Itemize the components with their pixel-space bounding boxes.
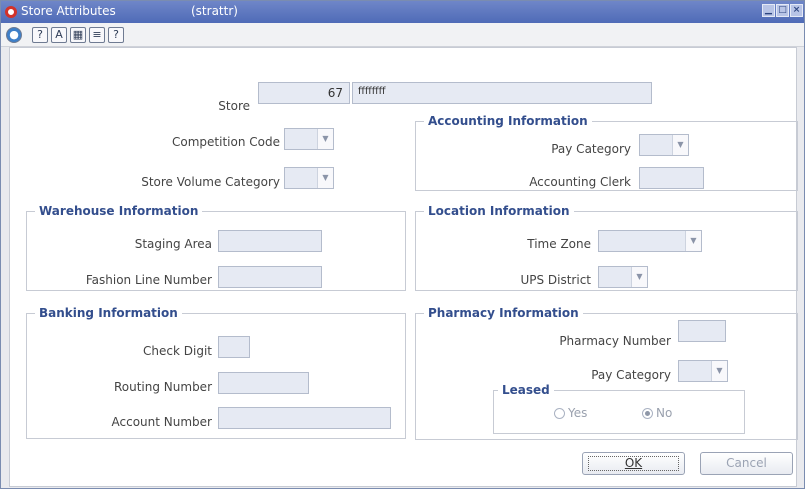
cancel-button[interactable]: Cancel (700, 452, 793, 475)
store-volume-category-label: Store Volume Category (141, 175, 280, 189)
text-icon[interactable]: A (51, 27, 67, 43)
leased-yes-label: Yes (568, 406, 588, 420)
leased-no-radio[interactable] (642, 408, 653, 419)
chevron-down-icon[interactable]: ▼ (711, 361, 727, 381)
fashion-line-number-field[interactable] (218, 266, 322, 288)
help-icon[interactable]: ? (32, 27, 48, 43)
staging-area-field[interactable] (218, 230, 322, 252)
globe-icon[interactable]: ● (6, 27, 22, 43)
pharmacy-information-title: Pharmacy Information (424, 306, 583, 320)
oracle-icon (5, 6, 17, 18)
store-number-value: 67 (327, 86, 343, 100)
chevron-down-icon[interactable]: ▼ (631, 267, 647, 287)
chevron-down-icon[interactable]: ▼ (317, 168, 333, 188)
warehouse-information-title: Warehouse Information (35, 204, 203, 218)
cancel-button-label: Cancel (726, 456, 767, 470)
routing-number-label: Routing Number (113, 380, 212, 394)
document-icon[interactable]: ≡ (89, 27, 105, 43)
chevron-down-icon[interactable]: ▼ (672, 135, 688, 155)
ups-district-label: UPS District (520, 273, 591, 287)
chevron-down-icon[interactable]: ▼ (685, 231, 701, 251)
window-title: Store Attributes (21, 4, 116, 18)
chevron-down-icon[interactable]: ▼ (317, 129, 333, 149)
window-code: (strattr) (191, 4, 238, 18)
ok-button-label: OK (624, 456, 643, 470)
content-panel: Store 67 ffffffff Competition Code ▼ Sto… (9, 47, 798, 487)
store-attributes-window: Store Attributes (strattr) ▁ □ × ● ? A ▦… (0, 0, 805, 489)
store-label: Store (218, 99, 250, 113)
title-bar: Store Attributes (strattr) ▁ □ × (1, 1, 804, 23)
leased-yes-radio[interactable] (554, 408, 565, 419)
check-digit-label: Check Digit (143, 344, 212, 358)
ok-button[interactable]: OK (582, 452, 685, 475)
close-icon[interactable]: × (790, 4, 803, 17)
store-number-field[interactable]: 67 (258, 82, 350, 104)
pharmacy-pay-category-label: Pay Category (591, 368, 671, 382)
store-name-value: ffffffff (358, 86, 386, 97)
accounting-pay-category-select[interactable]: ▼ (639, 134, 689, 156)
account-number-label: Account Number (111, 415, 212, 429)
competition-code-select[interactable]: ▼ (284, 128, 334, 150)
banking-information-title: Banking Information (35, 306, 182, 320)
accounting-information-group: Accounting Information Pay Category ▼ Ac… (415, 114, 798, 191)
leased-title: Leased (498, 383, 554, 397)
accounting-clerk-label: Accounting Clerk (529, 175, 631, 189)
location-information-group: Location Information Time Zone ▼ UPS Dis… (415, 204, 798, 291)
minimize-icon[interactable]: ▁ (762, 4, 775, 17)
location-information-title: Location Information (424, 204, 574, 218)
staging-area-label: Staging Area (134, 237, 212, 251)
fashion-line-number-label: Fashion Line Number (85, 273, 212, 287)
pharmacy-pay-category-select[interactable]: ▼ (678, 360, 728, 382)
check-digit-field[interactable] (218, 336, 250, 358)
table-icon[interactable]: ▦ (70, 27, 86, 43)
accounting-information-title: Accounting Information (424, 114, 592, 128)
accounting-pay-category-label: Pay Category (551, 142, 631, 156)
pharmacy-number-label: Pharmacy Number (559, 334, 671, 348)
time-zone-label: Time Zone (527, 237, 591, 251)
warehouse-information-group: Warehouse Information Staging Area Fashi… (26, 204, 406, 291)
question-icon[interactable]: ? (108, 27, 124, 43)
leased-group: Leased Yes No (493, 383, 745, 434)
time-zone-select[interactable]: ▼ (598, 230, 702, 252)
account-number-field[interactable] (218, 407, 391, 429)
competition-code-label: Competition Code (172, 135, 280, 149)
banking-information-group: Banking Information Check Digit Routing … (26, 306, 406, 439)
maximize-icon[interactable]: □ (776, 4, 789, 17)
ups-district-select[interactable]: ▼ (598, 266, 648, 288)
accounting-clerk-field[interactable] (639, 167, 704, 189)
routing-number-field[interactable] (218, 372, 309, 394)
pharmacy-number-field[interactable] (678, 320, 726, 342)
store-volume-category-select[interactable]: ▼ (284, 167, 334, 189)
toolbar: ● ? A ▦ ≡ ? (1, 23, 804, 47)
store-name-field: ffffffff (352, 82, 652, 104)
leased-no-label: No (656, 406, 673, 420)
pharmacy-information-group: Pharmacy Information Pharmacy Number Pay… (415, 306, 798, 440)
